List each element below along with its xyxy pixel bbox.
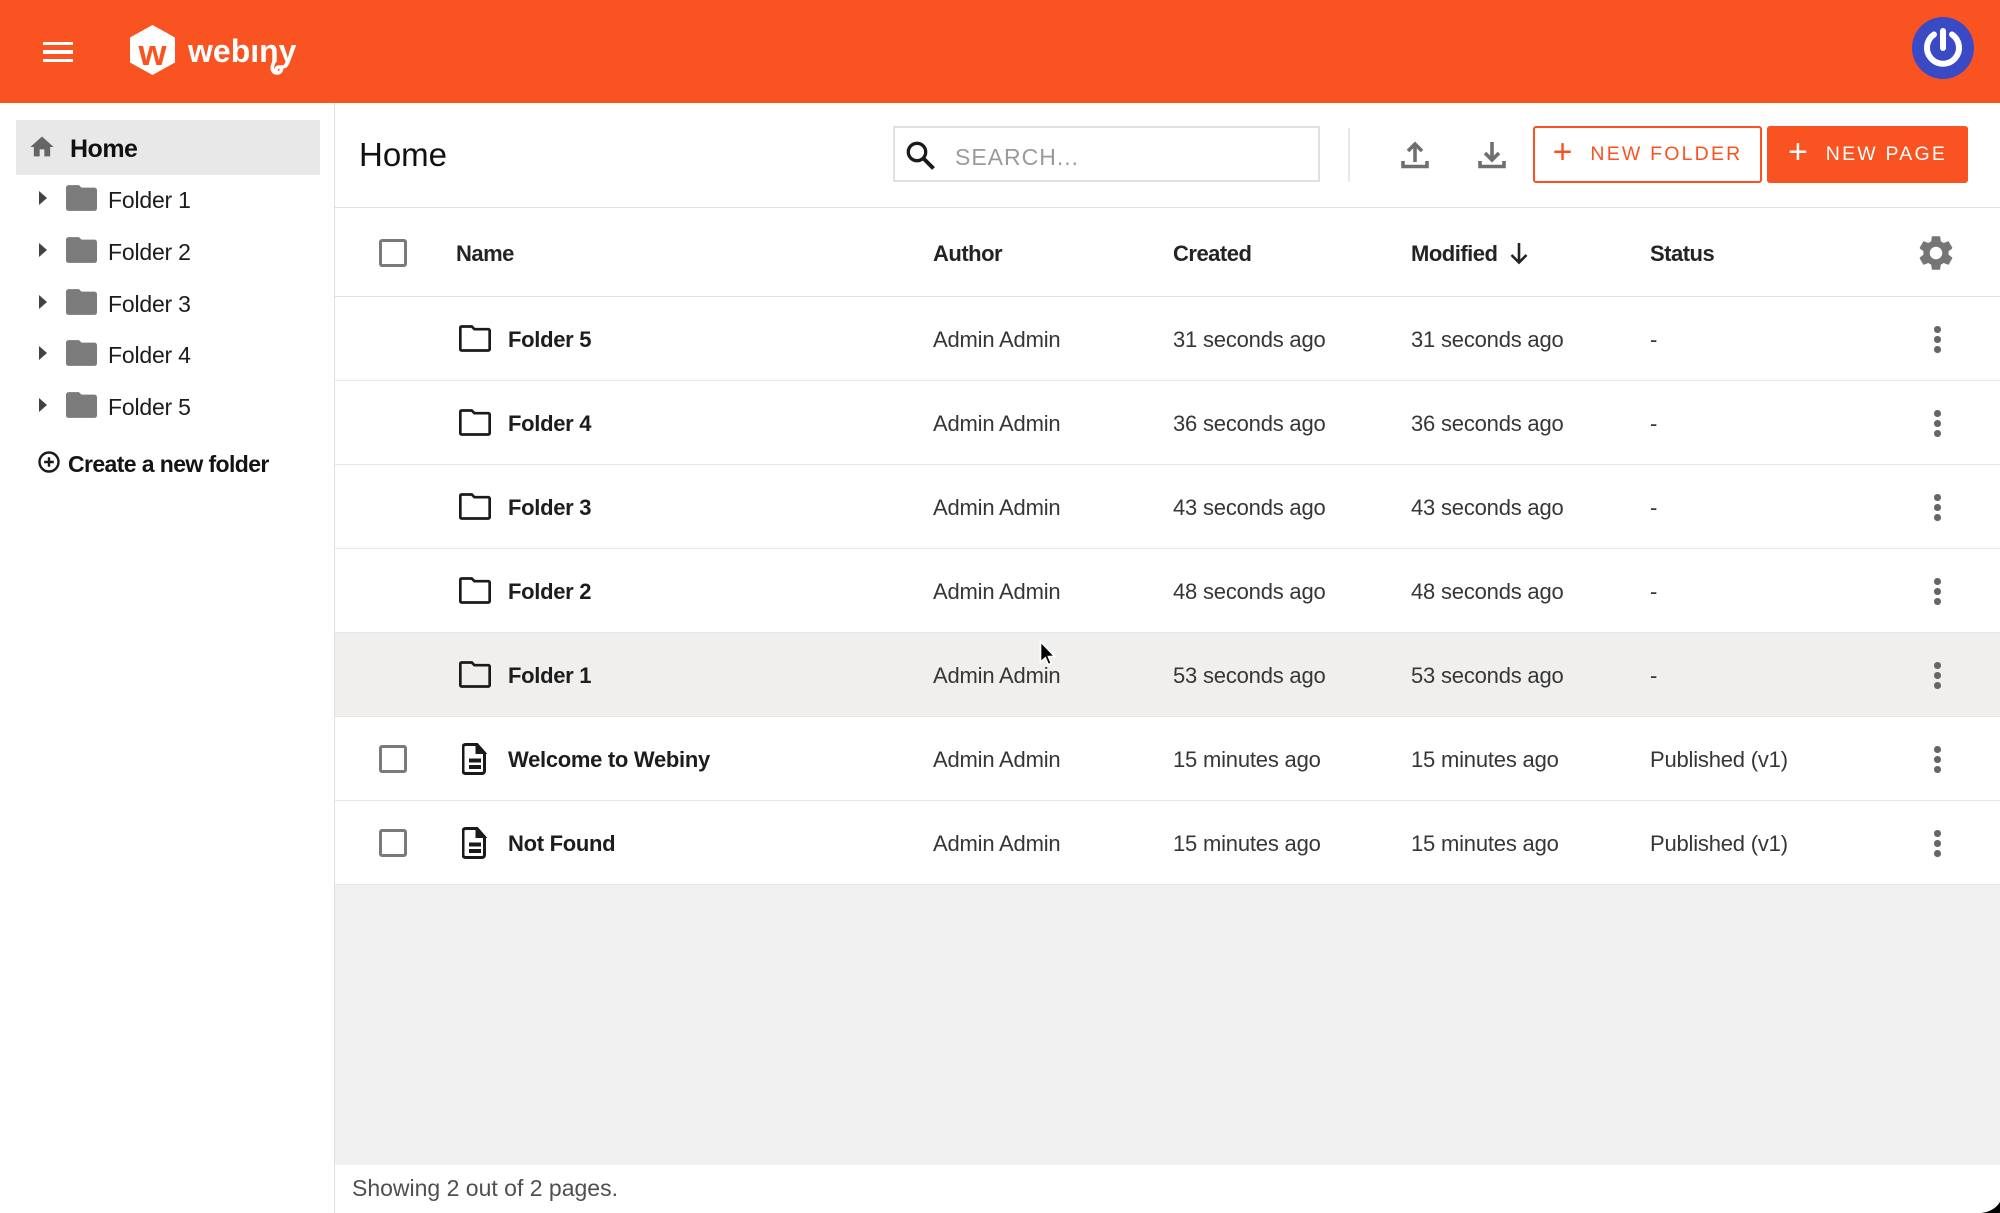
svg-text:w: w bbox=[137, 32, 167, 73]
